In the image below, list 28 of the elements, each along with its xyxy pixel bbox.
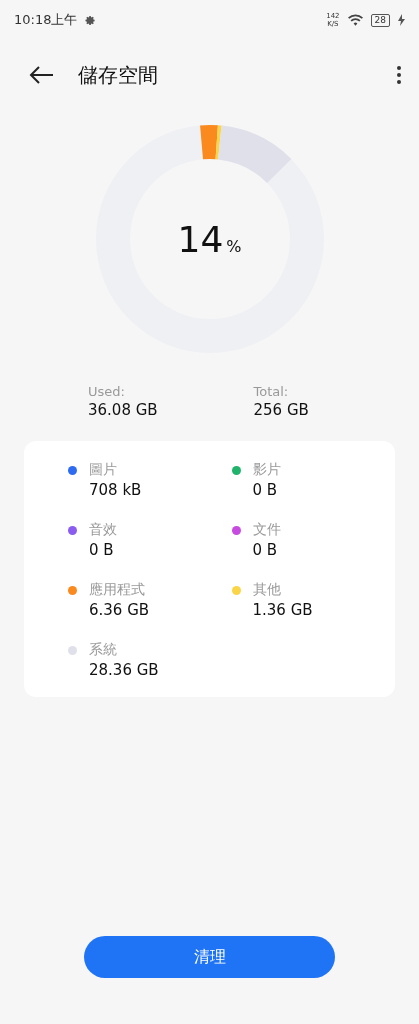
- charging-icon: [398, 14, 405, 26]
- wifi-icon: [347, 14, 363, 26]
- category-size: 6.36 GB: [89, 601, 150, 619]
- category-size: 708 kB: [89, 481, 142, 499]
- page-title: 儲存空間: [78, 61, 159, 89]
- category-label: 圖片: [89, 461, 118, 479]
- usage-percent: 14: [177, 219, 224, 260]
- more-icon[interactable]: [397, 66, 401, 84]
- category-label: 文件: [252, 521, 281, 539]
- clean-button[interactable]: 清理: [84, 936, 335, 978]
- summary-value: 36.08 GB: [88, 401, 159, 419]
- status-time: 10:18上午: [14, 11, 78, 29]
- category-label: 應用程式: [89, 581, 146, 599]
- battery-level: 28: [370, 13, 390, 27]
- summary-label: Total:: [253, 384, 290, 399]
- category-label: 影片: [252, 461, 281, 479]
- category-size: 0 B: [252, 541, 279, 559]
- category-label: 系統: [89, 641, 118, 659]
- summary-label: Used:: [88, 384, 126, 399]
- category-label: 其他: [252, 581, 282, 599]
- category-size: 0 B: [252, 481, 279, 499]
- category-label: 音效: [89, 521, 117, 539]
- gear-icon: [85, 14, 97, 26]
- summary-value: 256 GB: [253, 401, 310, 419]
- category-size: 28.36 GB: [89, 661, 159, 679]
- category-size: 1.36 GB: [252, 601, 313, 619]
- percent-sign: %: [226, 237, 242, 256]
- category-size: 0 B: [89, 541, 115, 559]
